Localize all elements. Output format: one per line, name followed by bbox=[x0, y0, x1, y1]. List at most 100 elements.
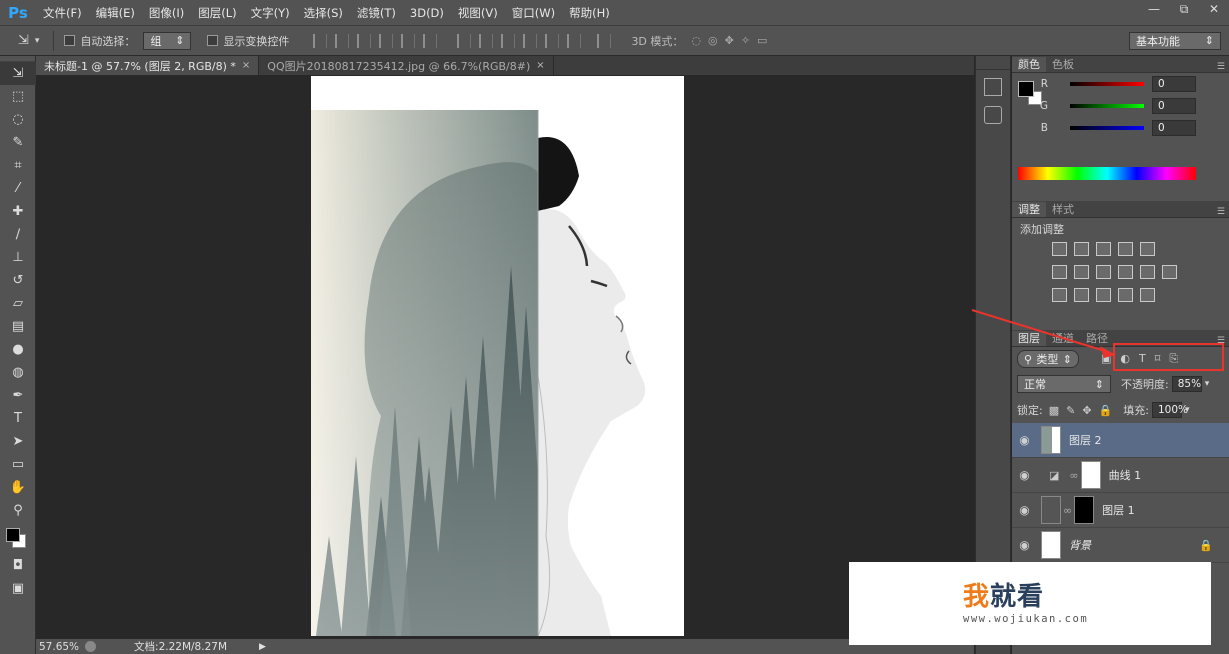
b-value[interactable]: 0 bbox=[1152, 120, 1196, 136]
tab-paths[interactable]: 路径 bbox=[1080, 331, 1114, 346]
document-tab[interactable]: QQ图片20180817235412.jpg @ 66.7%(RGB/8#) × bbox=[259, 56, 554, 75]
mask-thumbnail[interactable] bbox=[1074, 496, 1095, 524]
auto-align-icon[interactable] bbox=[597, 33, 612, 48]
align-left-icon[interactable] bbox=[379, 33, 394, 48]
eraser-tool-icon[interactable]: ▱ bbox=[0, 292, 36, 315]
posterize-icon[interactable] bbox=[1074, 287, 1089, 302]
channel-mixer-icon[interactable] bbox=[1140, 264, 1155, 279]
layer-filter-dropdown[interactable]: ⚲ 类型 ⇕ bbox=[1017, 350, 1079, 368]
fill-input[interactable]: 100% bbox=[1151, 402, 1188, 418]
layer-row-background[interactable]: ◉ 背景 🔒 bbox=[1012, 528, 1229, 563]
align-bottom-icon[interactable] bbox=[357, 33, 372, 48]
align-vcenter-icon[interactable] bbox=[335, 33, 350, 48]
tab-swatches[interactable]: 色板 bbox=[1046, 57, 1080, 72]
panel-menu-icon[interactable]: ☰ bbox=[1217, 207, 1229, 217]
blur-tool-icon[interactable]: ● bbox=[0, 338, 36, 361]
lasso-tool-icon[interactable]: ◌ bbox=[0, 108, 36, 131]
exposure-icon[interactable] bbox=[1118, 241, 1133, 256]
foreground-color-swatch[interactable] bbox=[6, 528, 20, 542]
move-tool-icon[interactable]: ⇲ bbox=[0, 62, 36, 85]
distribute-hcenter-icon[interactable] bbox=[545, 33, 560, 48]
hand-tool-icon[interactable]: ✋ bbox=[0, 476, 36, 499]
brightness-icon[interactable] bbox=[1052, 241, 1067, 256]
close-icon[interactable]: × bbox=[242, 60, 250, 71]
status-menu-arrow[interactable]: ▶ bbox=[259, 642, 266, 652]
layer-row-layer1[interactable]: ◉ ∞ 图层 1 bbox=[1012, 493, 1229, 528]
distribute-left-icon[interactable] bbox=[523, 33, 538, 48]
mask-thumbnail[interactable] bbox=[1080, 461, 1101, 489]
shape-tool-icon[interactable]: ▭ bbox=[0, 453, 36, 476]
menu-image[interactable]: 图像(I) bbox=[142, 5, 191, 21]
invert-icon[interactable] bbox=[1052, 287, 1067, 302]
marquee-tool-icon[interactable]: ⬚ bbox=[0, 85, 36, 108]
lock-icons[interactable]: ▩✎✥🔒 bbox=[1049, 404, 1120, 417]
minimize-button[interactable]: — bbox=[1139, 0, 1169, 18]
layer-row-curves1[interactable]: ◉ ◪ ∞ 曲线 1 bbox=[1012, 458, 1229, 493]
show-transform-checkbox[interactable] bbox=[207, 35, 219, 46]
color-balance-icon[interactable] bbox=[1074, 264, 1089, 279]
g-value[interactable]: 0 bbox=[1152, 98, 1196, 114]
restore-button[interactable]: ⧉ bbox=[1169, 0, 1199, 18]
black-white-icon[interactable] bbox=[1096, 264, 1111, 279]
levels-icon[interactable] bbox=[1074, 241, 1089, 256]
panel-menu-icon[interactable]: ☰ bbox=[1217, 336, 1229, 346]
align-top-icon[interactable] bbox=[313, 33, 328, 48]
tab-styles[interactable]: 样式 bbox=[1046, 202, 1080, 217]
path-select-tool-icon[interactable]: ➤ bbox=[0, 430, 36, 453]
type-tool-icon[interactable]: T bbox=[0, 407, 36, 430]
distribute-vcenter-icon[interactable] bbox=[479, 33, 494, 48]
history-brush-tool-icon[interactable]: ↺ bbox=[0, 269, 36, 292]
opacity-input[interactable]: 85% bbox=[1171, 376, 1202, 392]
dodge-tool-icon[interactable]: ◍ bbox=[0, 361, 36, 384]
menu-3d[interactable]: 3D(D) bbox=[403, 6, 451, 20]
eye-icon[interactable]: ◉ bbox=[1012, 538, 1037, 552]
eye-icon[interactable]: ◉ bbox=[1012, 468, 1037, 482]
close-button[interactable]: ✕ bbox=[1199, 0, 1229, 18]
distribute-right-icon[interactable] bbox=[567, 33, 582, 48]
photo-filter-icon[interactable] bbox=[1118, 264, 1133, 279]
color-swatches[interactable] bbox=[0, 522, 35, 554]
document-canvas[interactable] bbox=[311, 76, 684, 636]
auto-select-checkbox[interactable] bbox=[64, 35, 76, 46]
menu-help[interactable]: 帮助(H) bbox=[562, 5, 617, 21]
menu-select[interactable]: 选择(S) bbox=[297, 5, 350, 21]
crop-tool-icon[interactable]: ⌗ bbox=[0, 154, 36, 177]
menu-view[interactable]: 视图(V) bbox=[451, 5, 505, 21]
distribute-top-icon[interactable] bbox=[457, 33, 472, 48]
color-spectrum[interactable] bbox=[1018, 167, 1196, 180]
chevron-down-icon[interactable]: ▾ bbox=[35, 36, 40, 46]
link-icon[interactable]: ∞ bbox=[1063, 504, 1072, 517]
layer-name[interactable]: 曲线 1 bbox=[1109, 467, 1142, 483]
auto-select-dropdown[interactable]: 组 ⇕ bbox=[143, 31, 192, 50]
curves-icon[interactable] bbox=[1096, 241, 1111, 256]
3d-tools-icons[interactable]: ◌◎✥✧▭ bbox=[691, 34, 774, 47]
pen-tool-icon[interactable]: ✒ bbox=[0, 384, 36, 407]
close-icon[interactable]: × bbox=[536, 60, 544, 71]
align-hcenter-icon[interactable] bbox=[401, 33, 416, 48]
menu-edit[interactable]: 编辑(E) bbox=[89, 5, 142, 21]
properties-panel-icon[interactable] bbox=[984, 106, 1002, 124]
workspace-dropdown[interactable]: 基本功能 ⇕ bbox=[1129, 31, 1221, 50]
layer-name[interactable]: 图层 2 bbox=[1069, 432, 1102, 448]
panel-menu-icon[interactable]: ☰ bbox=[1217, 62, 1229, 72]
menu-type[interactable]: 文字(Y) bbox=[244, 5, 297, 21]
screen-mode-icon[interactable]: ▣ bbox=[0, 577, 36, 600]
g-slider[interactable] bbox=[1070, 104, 1144, 108]
document-tab-active[interactable]: 未标题-1 @ 57.7% (图层 2, RGB/8) * × bbox=[36, 56, 260, 75]
distribute-bottom-icon[interactable] bbox=[501, 33, 516, 48]
fill-dropdown-icon[interactable]: ▾ bbox=[1185, 405, 1190, 415]
tab-channels[interactable]: 通道 bbox=[1046, 331, 1080, 346]
align-right-icon[interactable] bbox=[423, 33, 438, 48]
history-panel-icon[interactable] bbox=[984, 78, 1002, 96]
eye-icon[interactable]: ◉ bbox=[1012, 433, 1037, 447]
zoom-level[interactable]: 57.65% bbox=[39, 641, 79, 653]
layer-filter-icons[interactable]: ▣◐T⌑⎘ bbox=[1101, 352, 1187, 366]
gradient-tool-icon[interactable]: ▤ bbox=[0, 315, 36, 338]
clone-stamp-tool-icon[interactable]: ⊥ bbox=[0, 246, 36, 269]
r-slider[interactable] bbox=[1070, 82, 1144, 86]
menu-filter[interactable]: 滤镜(T) bbox=[350, 5, 403, 21]
r-value[interactable]: 0 bbox=[1152, 76, 1196, 92]
share-icon[interactable] bbox=[85, 641, 97, 652]
menu-layer[interactable]: 图层(L) bbox=[191, 5, 243, 21]
zoom-tool-icon[interactable]: ⚲ bbox=[0, 499, 36, 522]
